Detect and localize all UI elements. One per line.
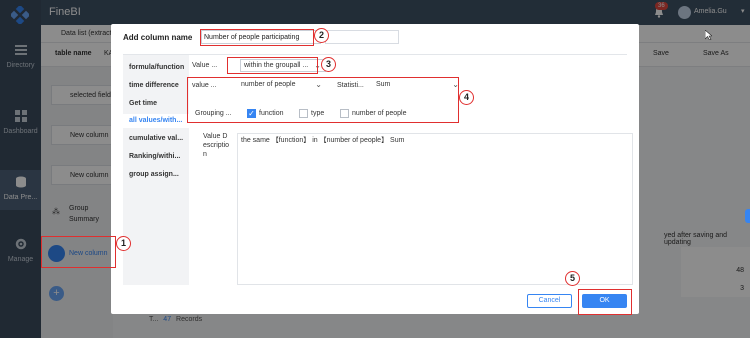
description-box — [237, 133, 633, 285]
description-label: escriptio — [203, 142, 230, 149]
annotation-box-2 — [200, 29, 314, 46]
menu-time-difference[interactable]: time difference — [129, 79, 189, 93]
mouse-cursor-icon — [705, 30, 712, 40]
menu-formula-function[interactable]: formula/function — [129, 61, 189, 75]
annotation-box-4 — [187, 77, 459, 123]
annotation-number-2: 2 — [314, 28, 329, 43]
description-label: Value D — [203, 133, 228, 140]
annotation-box-5 — [578, 289, 632, 315]
annotation-box-3 — [227, 57, 318, 74]
annotation-number-3: 3 — [321, 57, 336, 72]
side-panel-tab[interactable] — [745, 209, 750, 223]
menu-all-values[interactable]: all values/with... — [123, 114, 189, 128]
menu-group-assignment[interactable]: group assign... — [129, 168, 189, 182]
annotation-number-1: 1 — [116, 236, 131, 251]
annotation-number-4: 4 — [459, 90, 474, 105]
value-label: Value ... — [192, 62, 218, 69]
description-text: the same 【function】 in 【number of people… — [241, 137, 405, 144]
cancel-button[interactable]: Cancel — [527, 294, 572, 308]
annotation-box-1 — [41, 236, 116, 268]
menu-ranking[interactable]: Ranking/withi... — [129, 150, 189, 164]
menu-get-time[interactable]: Get time — [129, 97, 189, 111]
menu-cumulative-values[interactable]: cumulative val... — [129, 132, 189, 146]
annotation-number-5: 5 — [565, 271, 580, 286]
function-menu: formula/function time difference Get tim… — [123, 55, 189, 285]
add-column-dialog: Add column name Number of people partici… — [111, 24, 639, 314]
column-name-input-extra[interactable] — [325, 30, 399, 44]
description-label: n — [203, 151, 207, 158]
dialog-title: Add column name — [123, 33, 193, 42]
